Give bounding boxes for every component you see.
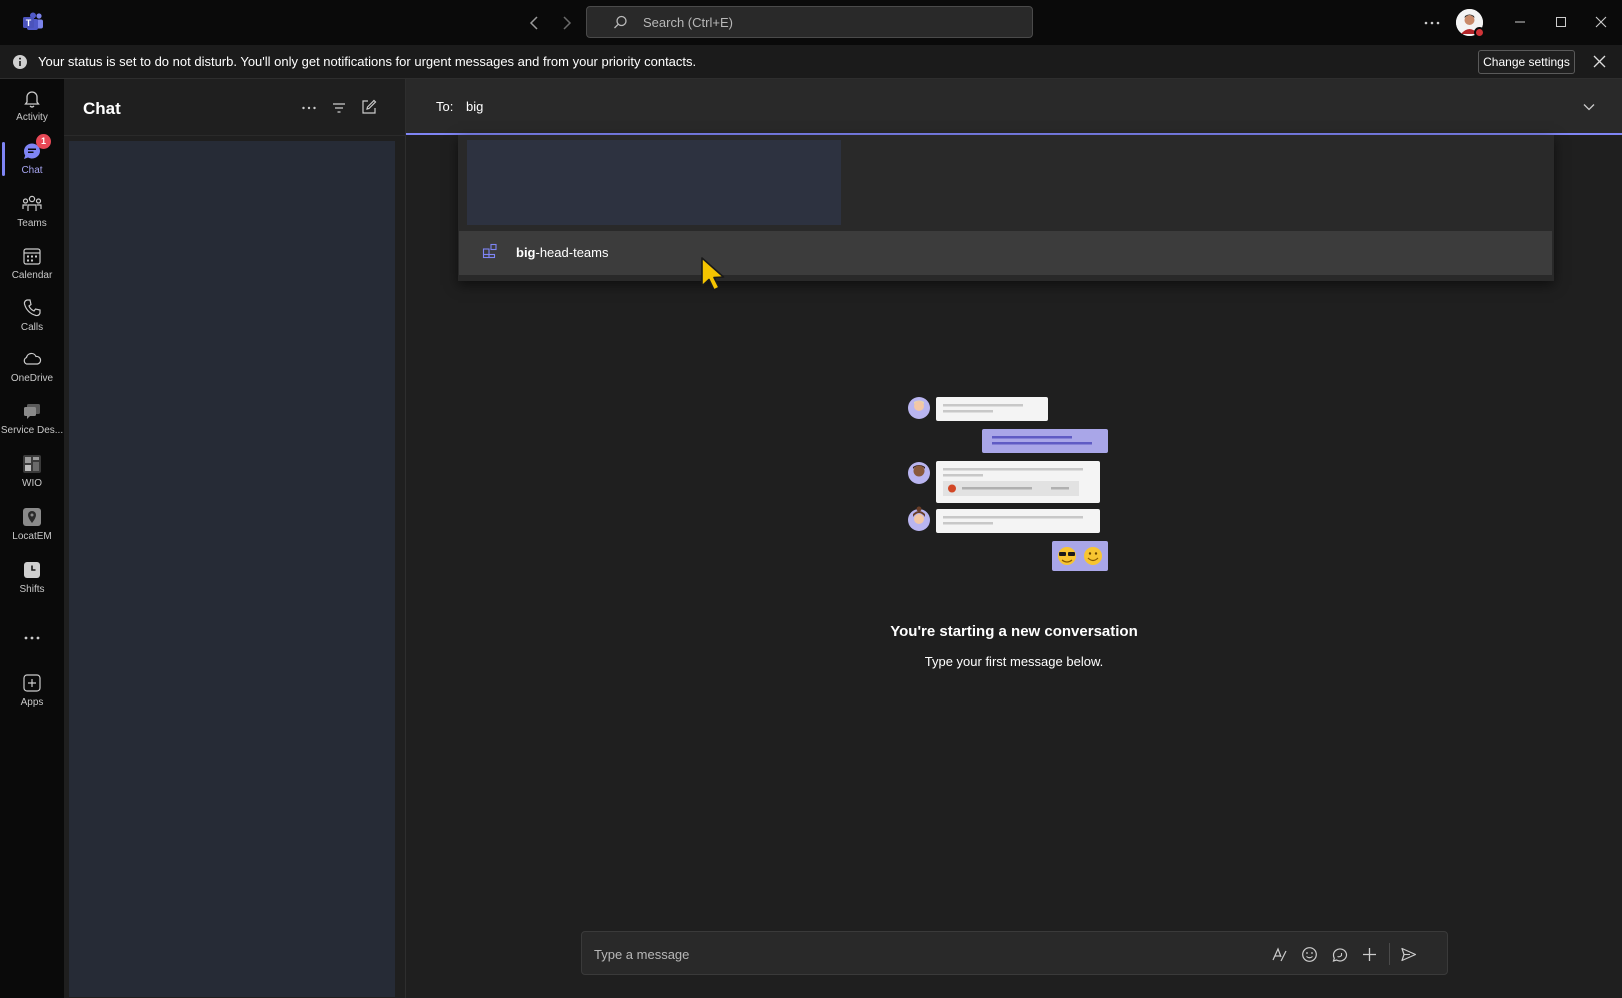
sticker-icon[interactable] xyxy=(1331,946,1348,963)
svg-text:T: T xyxy=(26,18,32,28)
calendar-icon xyxy=(21,245,43,267)
close-window-icon[interactable] xyxy=(1593,14,1609,30)
rail-item-teams[interactable]: Teams xyxy=(0,187,64,237)
emoji-icon[interactable] xyxy=(1301,946,1318,963)
rail-label: LocatEM xyxy=(12,531,52,542)
rail-item-service-desk[interactable]: Service Des... xyxy=(0,394,64,444)
chevron-down-icon[interactable] xyxy=(1581,99,1597,115)
rail-label: Chat xyxy=(21,165,43,176)
new-chat-icon[interactable] xyxy=(360,98,378,116)
to-label: To: xyxy=(436,99,454,114)
rail-label: OneDrive xyxy=(10,373,54,384)
teams-logo-icon: T xyxy=(22,12,44,32)
rail-item-calendar[interactable]: Calendar xyxy=(0,239,64,289)
chat-list-loading-placeholder xyxy=(69,141,395,997)
rail-item-locatem[interactable]: LocatEM xyxy=(0,500,64,550)
add-app-icon xyxy=(21,672,43,694)
rail-item-chat[interactable]: 1 Chat xyxy=(0,134,64,184)
profile-avatar[interactable] xyxy=(1456,9,1485,38)
filter-icon[interactable] xyxy=(330,99,348,117)
back-arrow-icon[interactable] xyxy=(526,14,544,32)
chat-panel-title: Chat xyxy=(83,99,121,118)
status-banner-message: Your status is set to do not disturb. Yo… xyxy=(38,54,697,69)
suggestion-item[interactable]: big-head-teams xyxy=(459,231,1552,275)
message-input[interactable] xyxy=(594,941,1254,967)
location-icon xyxy=(21,506,43,528)
wio-icon xyxy=(21,453,43,475)
rail-label: WIO xyxy=(22,478,42,489)
rail-item-apps[interactable]: Apps xyxy=(0,666,64,716)
rail-label: Activity xyxy=(16,112,48,123)
rail-label: Service Des... xyxy=(0,425,64,436)
rail-item-onedrive[interactable]: OneDrive xyxy=(0,342,64,392)
phone-icon xyxy=(21,297,43,319)
do-not-disturb-status-icon xyxy=(1474,27,1485,38)
send-icon[interactable] xyxy=(1400,946,1417,963)
recipient-bar: To: xyxy=(406,79,1622,135)
new-chat-pane: To: big-head-teams xyxy=(406,79,1622,998)
empty-state-subtitle: Type your first message below. xyxy=(924,654,1104,669)
title-bar: T xyxy=(0,0,1622,45)
divider xyxy=(64,135,406,136)
new-conversation-illustration xyxy=(906,391,1116,576)
rail-item-shifts[interactable]: Shifts xyxy=(0,553,64,603)
rail-label: Shifts xyxy=(19,584,45,595)
service-desk-icon xyxy=(21,400,43,422)
search-icon xyxy=(613,15,628,30)
suggestion-rest: -head-teams xyxy=(535,245,609,260)
rail-item-activity[interactable]: Activity xyxy=(0,81,64,131)
rail-label: Calls xyxy=(20,322,44,333)
recipient-input[interactable] xyxy=(466,93,1366,119)
cloud-icon xyxy=(21,348,43,370)
recipient-suggestions-dropdown: big-head-teams xyxy=(458,135,1554,281)
close-banner-icon[interactable] xyxy=(1592,54,1607,69)
mouse-cursor-icon xyxy=(700,256,730,296)
message-composer xyxy=(581,931,1448,975)
minimize-icon[interactable] xyxy=(1512,14,1528,30)
suggestion-match: big xyxy=(516,245,536,260)
more-options-icon[interactable] xyxy=(300,99,318,117)
rail-item-wio[interactable]: WIO xyxy=(0,447,64,497)
chat-list-panel: Chat xyxy=(64,79,406,998)
info-icon xyxy=(12,54,28,70)
change-settings-button[interactable]: Change settings xyxy=(1478,50,1575,74)
bell-icon xyxy=(21,87,43,109)
suggestion-name: big-head-teams xyxy=(516,245,608,260)
divider xyxy=(1389,943,1390,965)
rail-item-calls[interactable]: Calls xyxy=(0,291,64,341)
more-apps-icon[interactable] xyxy=(21,627,43,649)
more-options-icon[interactable] xyxy=(1422,13,1442,33)
app-rail: Activity 1 Chat Teams Calendar Calls One… xyxy=(0,79,64,998)
chat-icon: 1 xyxy=(21,134,51,162)
plus-icon[interactable] xyxy=(1361,946,1378,963)
search-box[interactable] xyxy=(586,6,1033,38)
teams-icon xyxy=(21,193,43,215)
maximize-icon[interactable] xyxy=(1553,14,1569,30)
clock-icon xyxy=(21,559,43,581)
format-icon[interactable] xyxy=(1271,946,1288,963)
suggestions-loading-placeholder xyxy=(467,140,841,225)
team-channel-icon xyxy=(482,243,498,259)
forward-arrow-icon[interactable] xyxy=(557,14,575,32)
search-input[interactable] xyxy=(643,7,1013,37)
empty-state-title: You're starting a new conversation xyxy=(890,623,1138,640)
rail-label: Apps xyxy=(20,697,44,708)
rail-label: Teams xyxy=(17,218,47,229)
status-banner: Your status is set to do not disturb. Yo… xyxy=(0,45,1622,79)
unread-badge: 1 xyxy=(36,134,51,149)
rail-label: Calendar xyxy=(11,270,53,281)
